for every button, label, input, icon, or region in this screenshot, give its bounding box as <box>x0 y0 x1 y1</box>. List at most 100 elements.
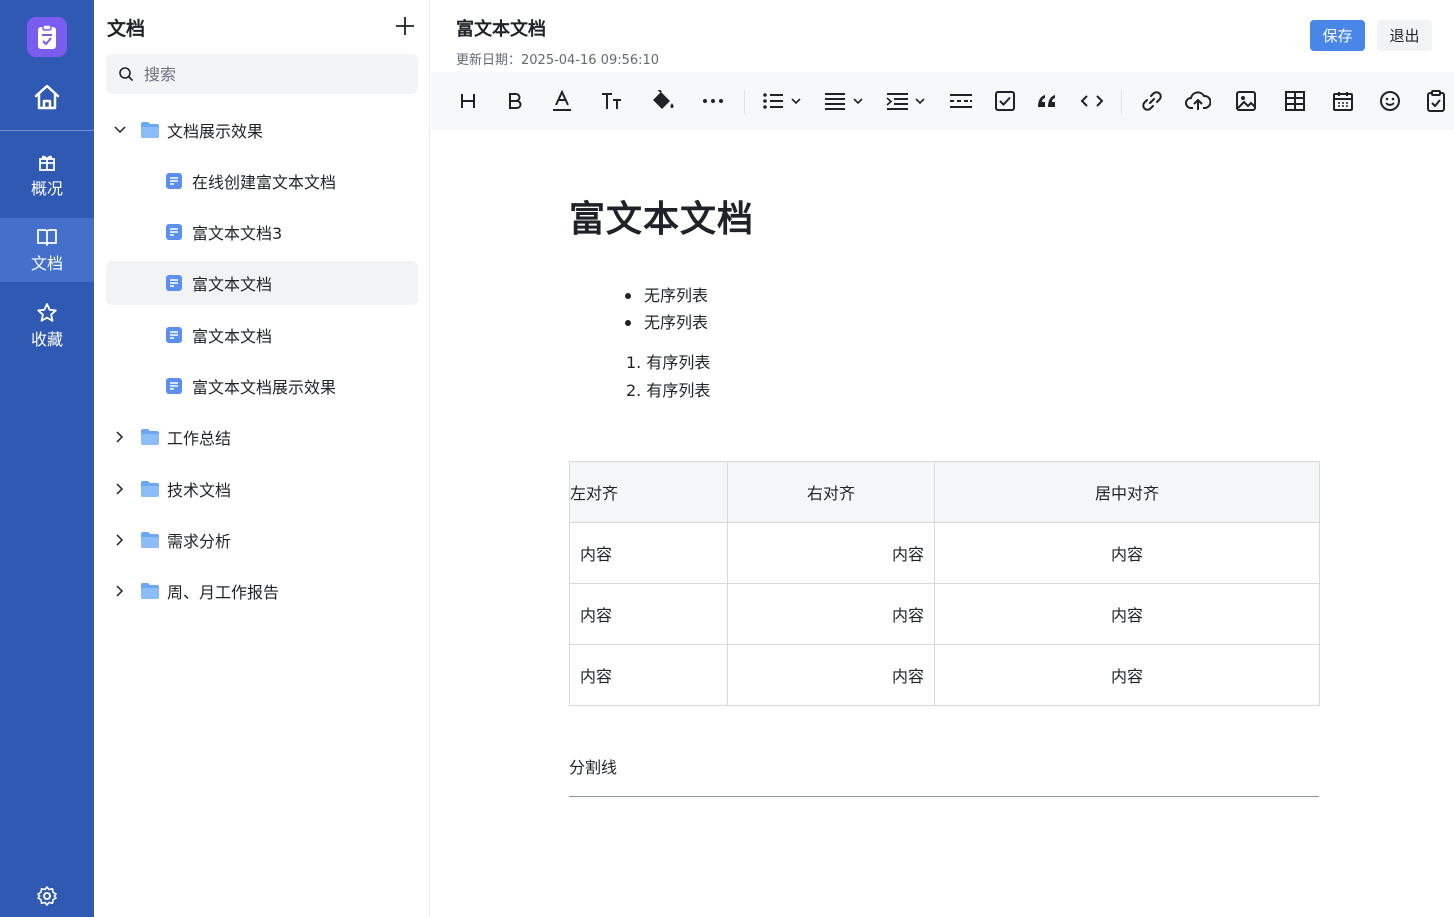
toolbar-separator <box>1121 90 1122 114</box>
task-checkbox-icon[interactable] <box>993 86 1017 116</box>
table-header-cell: 居中对齐 <box>934 461 1320 523</box>
rail-item-favorites[interactable]: 收藏 <box>0 294 94 358</box>
align-icon[interactable] <box>823 86 865 116</box>
font-color-icon[interactable] <box>550 86 574 116</box>
table-icon[interactable] <box>1283 86 1307 116</box>
emoji-icon[interactable] <box>1377 86 1403 116</box>
editor-toolbar <box>431 72 1454 130</box>
tree-doc-item[interactable]: 富文本文档3 <box>106 210 418 254</box>
tree-title: 文档 <box>107 18 146 40</box>
table-cell: 内容 <box>727 644 935 706</box>
heading-icon[interactable] <box>456 86 480 116</box>
document-icon <box>166 275 182 291</box>
folder-icon <box>141 429 159 445</box>
tree-doc-item[interactable]: 在线创建富文本文档 <box>106 159 418 203</box>
link-icon[interactable] <box>1139 86 1165 116</box>
chevron-right-icon[interactable] <box>112 532 128 548</box>
paint-bucket-icon[interactable] <box>648 86 676 116</box>
tree-folder-label: 周、月工作报告 <box>167 583 280 602</box>
table-cell: 内容 <box>727 522 935 584</box>
bold-icon[interactable] <box>503 86 527 116</box>
tree-doc-item[interactable]: 富文本文档展示效果 <box>106 364 418 408</box>
code-icon[interactable] <box>1079 86 1105 116</box>
save-button[interactable]: 保存 <box>1310 20 1365 51</box>
list-item: 1. 有序列表 <box>626 353 711 372</box>
updated-timestamp: 更新日期：2025-04-16 09:56:10 <box>456 53 660 68</box>
table-cell: 内容 <box>569 644 728 706</box>
chevron-right-icon[interactable] <box>112 583 128 599</box>
table-row: 内容 内容 内容 <box>569 583 1320 645</box>
star-icon <box>37 303 57 322</box>
table-row: 内容 内容 内容 <box>569 644 1320 706</box>
content-table: 左对齐 右对齐 居中对齐 内容 内容 内容 内容 内容 内容 内容 内容 内容 <box>569 461 1320 706</box>
tree-doc-item-selected[interactable]: 富文本文档 <box>106 261 418 305</box>
rail-item-overview[interactable]: 概况 <box>0 143 94 207</box>
tree-doc-label: 富文本文档 <box>192 327 273 346</box>
chevron-down-icon[interactable] <box>112 122 128 138</box>
document-icon <box>166 173 182 189</box>
table-row: 内容 内容 内容 <box>569 522 1320 584</box>
tree-doc-label: 富文本文档3 <box>192 224 283 243</box>
bullet-list-icon[interactable] <box>761 86 803 116</box>
rail-divider <box>0 130 94 131</box>
bullet-list: 无序列表 无序列表 <box>624 282 708 336</box>
search-box[interactable] <box>106 54 418 94</box>
upload-cloud-icon[interactable] <box>1184 86 1212 116</box>
home-icon[interactable] <box>30 80 64 114</box>
folder-icon <box>141 481 159 497</box>
gift-icon <box>39 155 55 171</box>
tree-folder-item[interactable]: 周、月工作报告 <box>106 569 418 613</box>
toolbar-separator <box>744 90 745 114</box>
chevron-right-icon[interactable] <box>112 481 128 497</box>
table-cell: 内容 <box>934 522 1320 584</box>
quote-icon[interactable] <box>1035 86 1059 116</box>
clipboard-icon[interactable] <box>1424 86 1448 116</box>
exit-button[interactable]: 退出 <box>1377 20 1432 51</box>
add-plus-icon[interactable] <box>394 15 416 37</box>
rail-item-label: 概况 <box>30 178 63 198</box>
list-item: 2. 有序列表 <box>626 381 711 400</box>
table-header-row: 左对齐 右对齐 居中对齐 <box>569 461 1320 523</box>
document-icon <box>166 327 182 343</box>
document-tree-panel: 文档 文档展示效果 在线创建富文本文档 富文本文档3 富文本文档 富文本文档 富… <box>94 0 430 917</box>
table-header-cell: 左对齐 <box>569 461 728 523</box>
list-item: 无序列表 <box>624 309 708 336</box>
tree-folder-item[interactable]: 文档展示效果 <box>106 108 418 152</box>
divider-label: 分割线 <box>569 758 618 777</box>
table-cell: 内容 <box>727 583 935 645</box>
table-cell: 内容 <box>569 583 728 645</box>
settings-gear-icon[interactable] <box>35 884 59 908</box>
indent-icon[interactable] <box>885 86 927 116</box>
more-icon[interactable] <box>699 86 727 116</box>
tree-folder-label: 文档展示效果 <box>167 122 264 141</box>
rail-item-documents[interactable]: 文档 <box>0 218 94 282</box>
tree-doc-label: 富文本文档 <box>192 275 273 294</box>
tree-doc-label: 在线创建富文本文档 <box>192 173 337 192</box>
book-icon <box>37 228 57 246</box>
tree-folder-item[interactable]: 需求分析 <box>106 518 418 562</box>
tree-folder-item[interactable]: 技术文档 <box>106 467 418 511</box>
divider-icon[interactable] <box>947 86 975 116</box>
document-icon <box>166 378 182 394</box>
font-size-icon[interactable] <box>599 86 625 116</box>
rail-item-label: 文档 <box>30 253 63 273</box>
folder-icon <box>141 122 159 138</box>
tree-folder-label: 技术文档 <box>167 481 232 500</box>
chevron-right-icon[interactable] <box>112 429 128 445</box>
calendar-icon[interactable] <box>1330 86 1356 116</box>
table-header-cell: 右对齐 <box>727 461 935 523</box>
rail-item-label: 收藏 <box>30 330 63 349</box>
document-title: 富文本文档 <box>456 19 546 40</box>
image-icon[interactable] <box>1233 86 1259 116</box>
document-icon <box>166 224 182 240</box>
tree-folder-label: 需求分析 <box>167 532 232 551</box>
search-input[interactable] <box>144 64 404 84</box>
document-heading: 富文本文档 <box>569 199 755 240</box>
tree-folder-label: 工作总结 <box>167 429 232 448</box>
folder-icon <box>141 532 159 548</box>
folder-icon <box>141 583 159 599</box>
table-cell: 内容 <box>569 522 728 584</box>
tree-doc-label: 富文本文档展示效果 <box>192 378 337 397</box>
tree-folder-item[interactable]: 工作总结 <box>106 415 418 459</box>
tree-doc-item[interactable]: 富文本文档 <box>106 313 418 357</box>
